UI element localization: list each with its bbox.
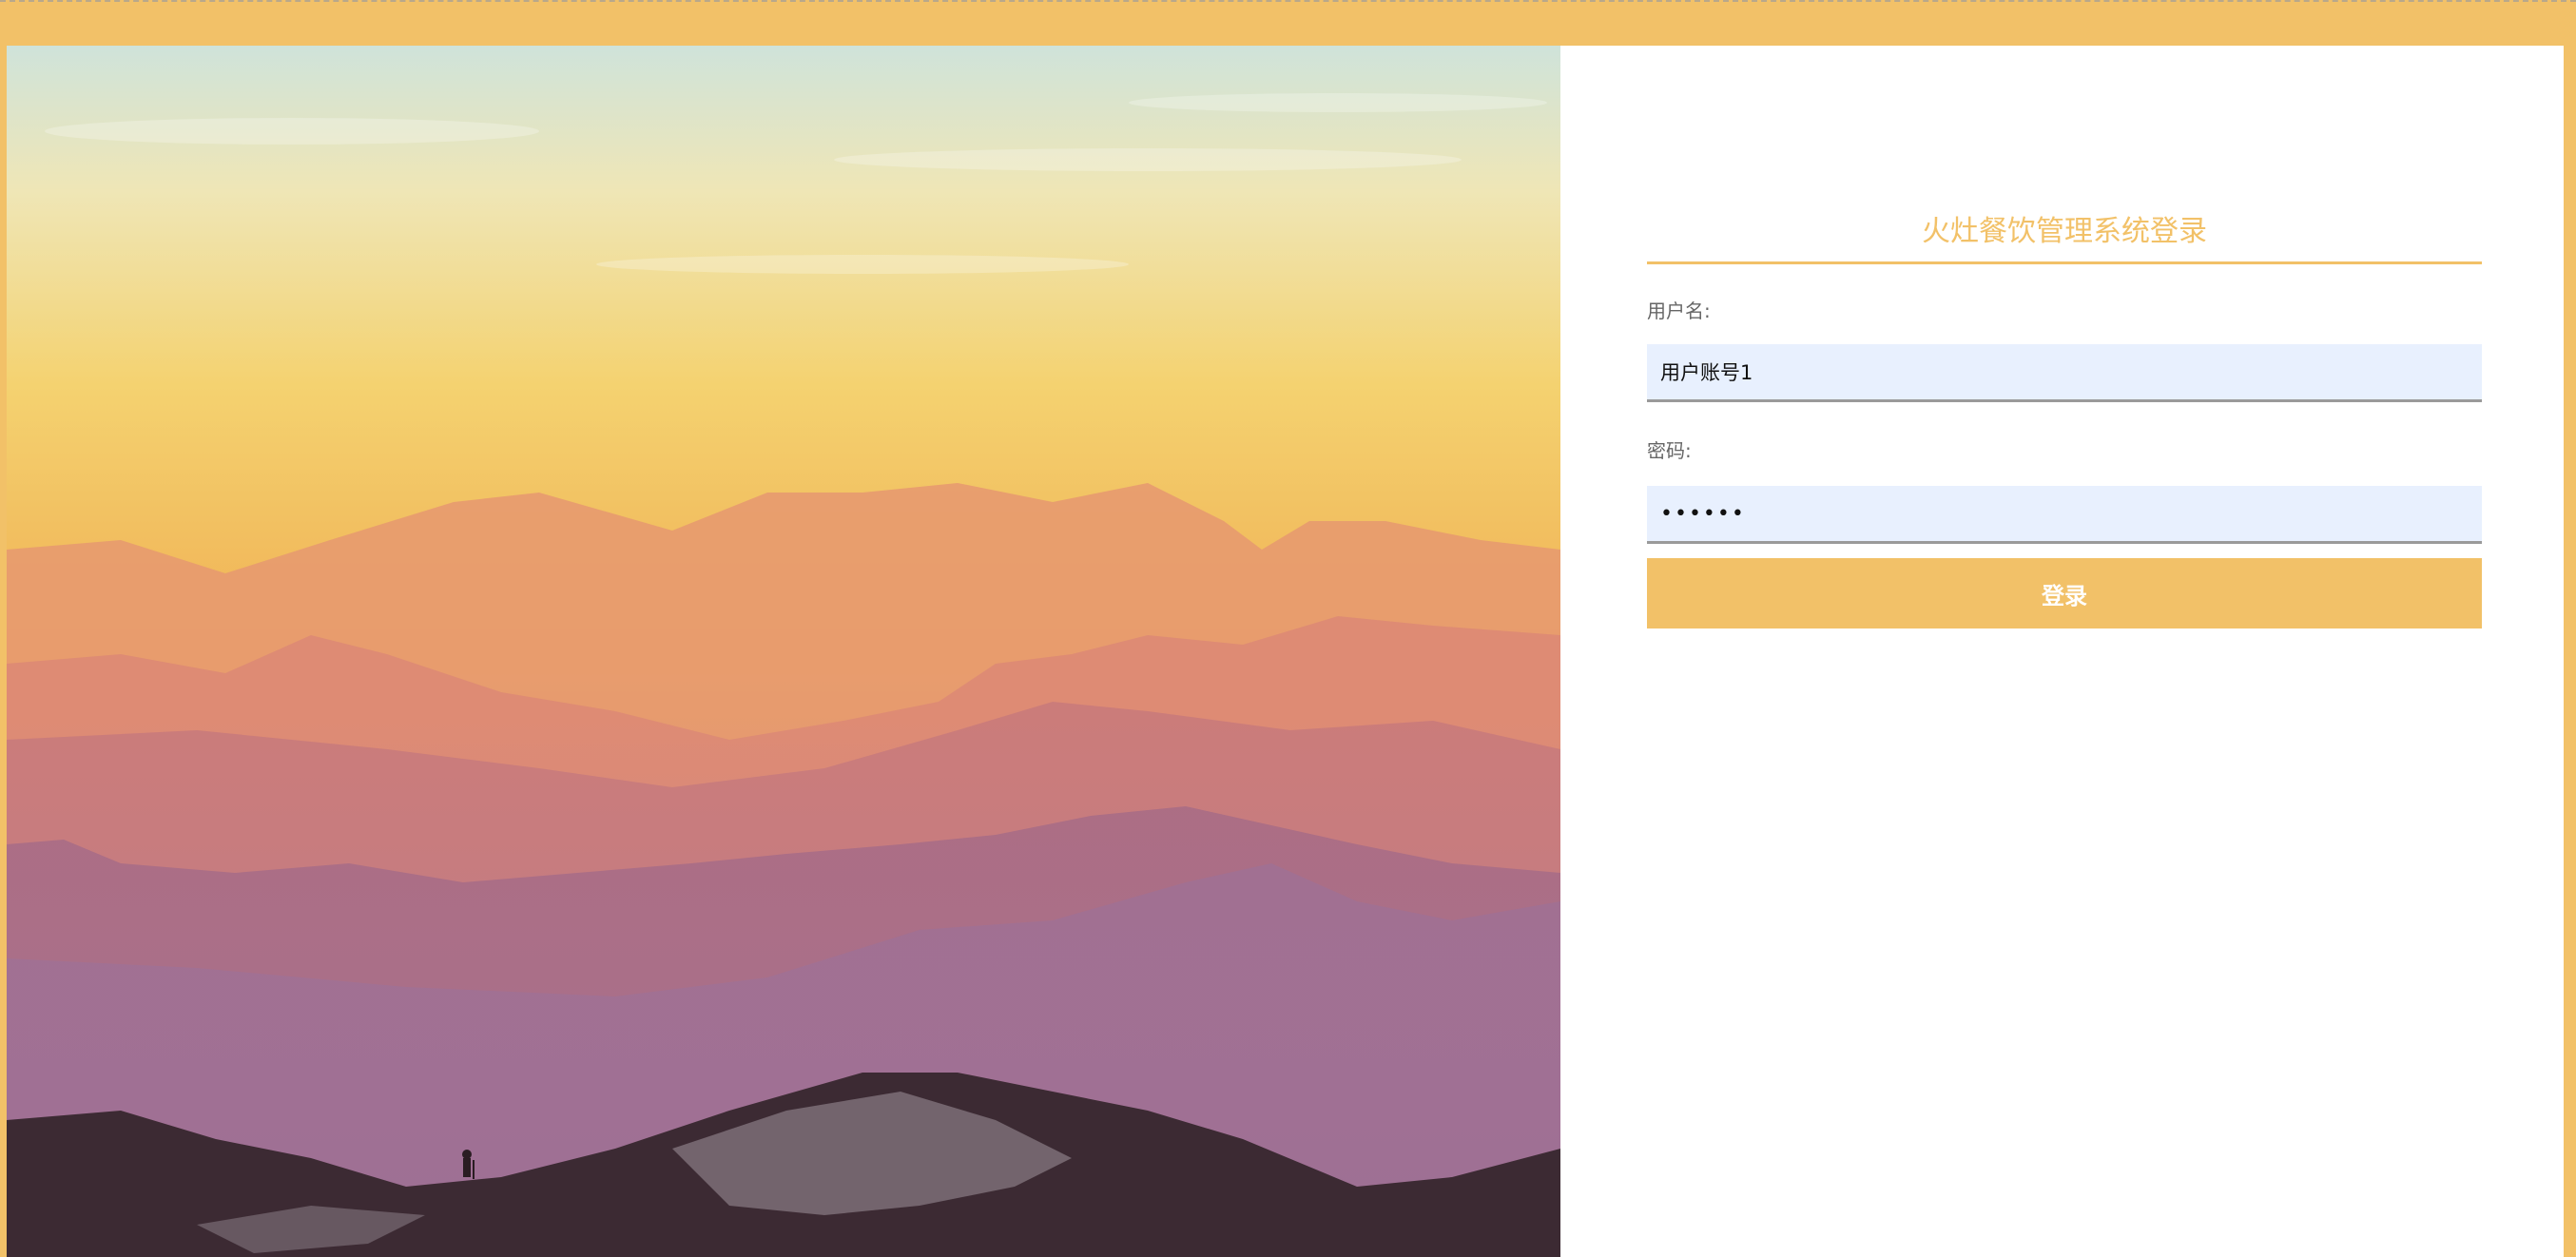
top-bar	[0, 0, 2576, 46]
page-container: 火灶餐饮管理系统登录 用户名: 密码: 登录	[7, 46, 2564, 1257]
password-input[interactable]	[1647, 486, 2482, 544]
login-title: 火灶餐饮管理系统登录	[1647, 212, 2482, 264]
username-input[interactable]	[1647, 344, 2482, 402]
password-label: 密码:	[1647, 439, 1692, 462]
hero-image	[7, 46, 1560, 1257]
login-panel: 火灶餐饮管理系统登录 用户名: 密码: 登录	[1560, 46, 2564, 1257]
login-button[interactable]: 登录	[1647, 558, 2482, 628]
username-label: 用户名:	[1647, 300, 1711, 322]
login-form: 火灶餐饮管理系统登录 用户名: 密码: 登录	[1647, 212, 2482, 628]
